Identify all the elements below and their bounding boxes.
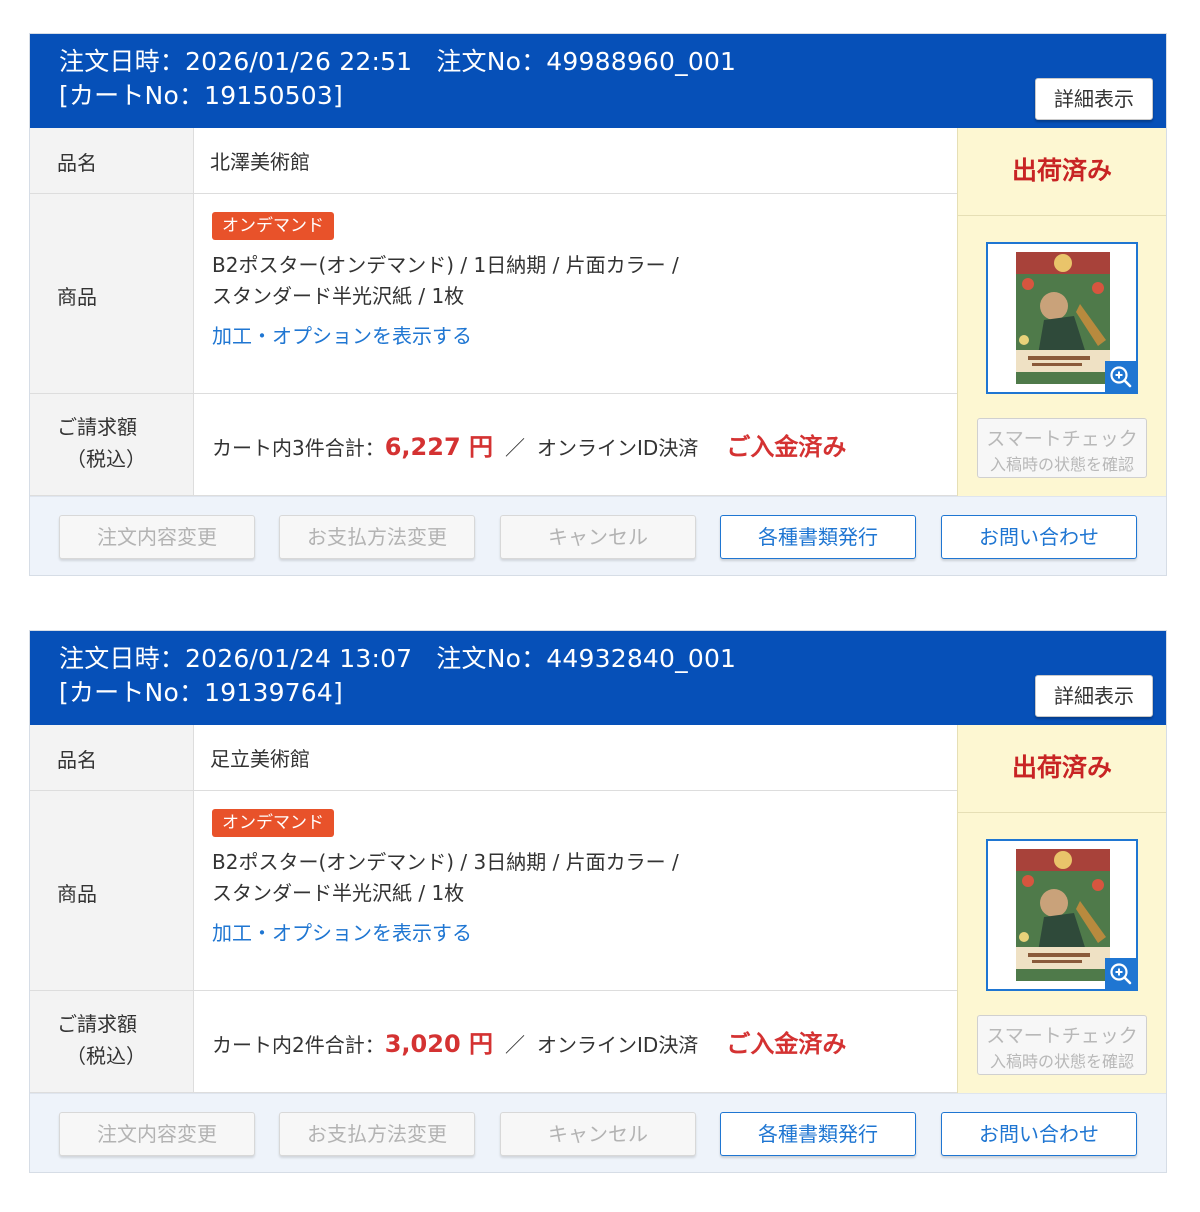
status-panel: 出荷済み スマートチェック 入稿時の状態を確認 [957, 128, 1166, 496]
product-cell: オンデマンド B2ポスター(オンデマンド) / 3日納期 / 片面カラー / ス… [194, 791, 957, 991]
cancel-button[interactable]: キャンセル [500, 1112, 696, 1156]
shipping-status: 出荷済み [958, 725, 1166, 813]
order-number: 注文No：44932840_001 [436, 644, 737, 673]
issue-documents-button[interactable]: 各種書類発行 [720, 515, 916, 559]
billing-prefix: カート内3件合計： [212, 436, 385, 460]
issue-documents-button[interactable]: 各種書類発行 [720, 1112, 916, 1156]
change-order-button[interactable]: 注文内容変更 [59, 515, 255, 559]
order-actions: 注文内容変更 お支払方法変更 キャンセル 各種書類発行 お問い合わせ [30, 496, 1166, 575]
show-options-link[interactable]: 加工・オプションを表示する [212, 917, 472, 946]
change-payment-button[interactable]: お支払方法変更 [279, 515, 475, 559]
billing-cell: カート内2件合計：3,020 円 ／ オンラインID決済 ご入金済み [194, 991, 957, 1093]
payment-method: オンラインID決済 [537, 436, 699, 460]
billing-amount: 6,227 円 [384, 433, 494, 461]
smart-check-button[interactable]: スマートチェック 入稿時の状態を確認 [977, 1015, 1147, 1075]
on-demand-badge: オンデマンド [212, 809, 334, 837]
order-card: 注文日時：2026/01/24 13:07 注文No：44932840_001 [… [29, 630, 1167, 1173]
billing-cell: カート内3件合計：6,227 円 ／ オンラインID決済 ご入金済み [194, 394, 957, 496]
product-name: 北澤美術館 [210, 150, 310, 174]
payment-method: オンラインID決済 [537, 1033, 699, 1057]
order-datetime: 注文日時：2026/01/26 22:51 [59, 47, 413, 76]
billing-amount: 3,020 円 [384, 1030, 494, 1058]
on-demand-badge: オンデマンド [212, 212, 334, 240]
smart-check-button[interactable]: スマートチェック 入稿時の状態を確認 [977, 418, 1147, 478]
order-header: 注文日時：2026/01/24 13:07 注文No：44932840_001 [… [30, 631, 1166, 725]
product-description: B2ポスター(オンデマンド) / 3日納期 / 片面カラー / スタンダード半光… [212, 850, 679, 905]
product-cell: オンデマンド B2ポスター(オンデマンド) / 1日納期 / 片面カラー / ス… [194, 194, 957, 394]
show-options-link[interactable]: 加工・オプションを表示する [212, 320, 472, 349]
order-datetime: 注文日時：2026/01/24 13:07 [59, 644, 413, 673]
product-label: 商品 [30, 791, 194, 991]
detail-button[interactable]: 詳細表示 [1035, 78, 1153, 120]
product-name-label: 品名 [30, 128, 194, 194]
detail-button[interactable]: 詳細表示 [1035, 675, 1153, 717]
shipping-status: 出荷済み [958, 128, 1166, 216]
contact-button[interactable]: お問い合わせ [941, 515, 1137, 559]
separator: ／ [505, 1033, 526, 1057]
product-label: 商品 [30, 194, 194, 394]
order-actions: 注文内容変更 お支払方法変更 キャンセル 各種書類発行 お問い合わせ [30, 1093, 1166, 1172]
order-number: 注文No：49988960_001 [436, 47, 737, 76]
payment-status: ご入金済み [726, 1030, 847, 1058]
order-header: 注文日時：2026/01/26 22:51 注文No：49988960_001 [… [30, 34, 1166, 128]
cart-number: [カートNo：19150503] [59, 81, 343, 110]
payment-status: ご入金済み [726, 433, 847, 461]
change-payment-button[interactable]: お支払方法変更 [279, 1112, 475, 1156]
poster-thumbnail[interactable] [986, 242, 1138, 394]
product-name-cell: 足立美術館 [194, 725, 957, 791]
poster-thumbnail[interactable] [986, 839, 1138, 991]
product-name-label: 品名 [30, 725, 194, 791]
billing-label: ご請求額 （税込） [30, 394, 194, 496]
billing-prefix: カート内2件合計： [212, 1033, 385, 1057]
separator: ／ [505, 436, 526, 460]
cancel-button[interactable]: キャンセル [500, 515, 696, 559]
zoom-icon[interactable] [1105, 958, 1137, 990]
product-name-cell: 北澤美術館 [194, 128, 957, 194]
zoom-icon[interactable] [1105, 361, 1137, 393]
product-description: B2ポスター(オンデマンド) / 1日納期 / 片面カラー / スタンダード半光… [212, 253, 679, 308]
order-card: 注文日時：2026/01/26 22:51 注文No：49988960_001 [… [29, 33, 1167, 576]
billing-label: ご請求額 （税込） [30, 991, 194, 1093]
status-panel: 出荷済み スマートチェック 入稿時の状態を確認 [957, 725, 1166, 1093]
change-order-button[interactable]: 注文内容変更 [59, 1112, 255, 1156]
product-name: 足立美術館 [210, 747, 310, 771]
cart-number: [カートNo：19139764] [59, 678, 343, 707]
contact-button[interactable]: お問い合わせ [941, 1112, 1137, 1156]
